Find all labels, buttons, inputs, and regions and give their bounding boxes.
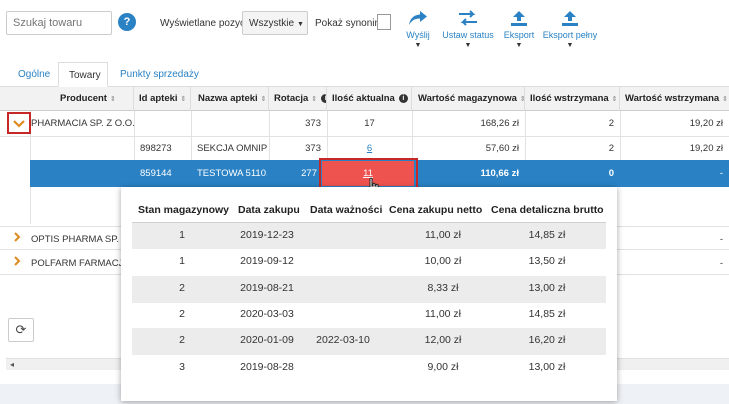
popup-column-header: Stan magazynowy (138, 204, 230, 216)
popup-cell-stock: 2 (179, 334, 185, 347)
refresh-button[interactable]: ⟳ (8, 318, 34, 342)
group-producer: OPTIS PHARMA SP. Z O.O. (31, 234, 121, 245)
detail-pharmacy-id: 898273 (140, 143, 172, 154)
selected-held-qty: 0 (608, 168, 614, 179)
detail-held-value: 19,20 zł (689, 143, 723, 154)
expand-toggle-highlight[interactable] (7, 112, 31, 134)
detail-rotation: 373 (305, 143, 321, 154)
selected-stock-value: 110,66 zł (480, 168, 519, 179)
column-header-rotation[interactable]: Rotacja ⇕ i (269, 87, 327, 111)
chevron-right-icon[interactable] (13, 232, 21, 242)
popup-column-header: Data zakupu (238, 204, 300, 216)
popup-cell-expiry-date: 2022-03-10 (316, 334, 370, 347)
detail-pharmacy-name: SEKCJA OMNIP... (197, 143, 267, 154)
export-button-label: Eksport (503, 30, 535, 40)
chevron-down-icon (13, 120, 25, 128)
popup-cell-stock: 2 (179, 281, 185, 294)
group-producer: PHARMACIA SP. Z O.O. (31, 118, 134, 129)
popup-cell-purchase-date: 2020-01-09 (240, 334, 294, 347)
sort-icon: ⇕ (611, 96, 618, 103)
group-held-value: 19,20 zł (689, 118, 723, 129)
popup-cell-stock: 3 (179, 360, 185, 373)
set-status-button-label: Ustaw status (442, 30, 494, 40)
display-positions-select[interactable]: Wszystkie ▼ (242, 11, 308, 35)
detail-current-qty-link[interactable]: 6 (327, 143, 412, 154)
column-header-current-qty[interactable]: Ilość aktualna i (327, 87, 412, 111)
sort-icon: ⇕ (180, 96, 187, 103)
group-held-value: - (719, 234, 723, 245)
popup-cell-purchase-date: 2019-08-21 (240, 281, 294, 294)
chevron-down-icon: ▼ (297, 21, 304, 28)
popup-cell-purchase-date: 2019-12-23 (240, 229, 294, 241)
chevron-right-icon[interactable] (13, 256, 21, 266)
popup-cell-net-price: 8,33 zł (427, 281, 459, 294)
tab-products[interactable]: Towary (58, 62, 108, 87)
popup-header-divider (132, 222, 606, 223)
column-header-pharmacy-id[interactable]: Id apteki ⇕ (134, 87, 191, 111)
display-positions-label: Wyświetlane pozycje (160, 18, 253, 29)
popup-cell-retail-price: 13,50 zł (528, 255, 566, 268)
group-held-value: - (719, 258, 723, 269)
column-header-held-value[interactable]: Wartość wstrzymana ⇕ (620, 87, 729, 111)
detail-held-qty: 2 (608, 143, 614, 154)
column-header-held-qty[interactable]: Ilość wstrzymana⇕i (525, 87, 620, 111)
group-rotation: 373 (305, 118, 321, 129)
tab-general[interactable]: Ogólne (8, 62, 60, 87)
popup-cell-net-price: 10,00 zł (424, 255, 462, 268)
popup-cell-stock: 2 (179, 307, 185, 320)
popup-cell-retail-price: 13,00 zł (528, 360, 566, 373)
swap-arrows-icon (459, 10, 477, 26)
sort-icon: ⇕ (722, 96, 729, 103)
popup-cell-purchase-date: 2019-09-12 (240, 255, 294, 268)
upload-icon (511, 11, 527, 26)
popup-cell-retail-price: 14,85 zł (528, 307, 566, 320)
export-full-button-label: Eksport pełny (542, 30, 598, 40)
selected-pharmacy-name: TESTOWA 5110... (197, 168, 267, 179)
column-header-pharmacy-name[interactable]: Nazwa apteki ⇕ (191, 87, 269, 111)
group-stock-value: 168,26 zł (480, 118, 519, 129)
upload-icon (562, 11, 578, 26)
help-icon[interactable]: ? (118, 13, 136, 31)
popup-cell-retail-price: 14,85 zł (528, 229, 566, 241)
sort-icon: ⇕ (260, 96, 267, 103)
group-current-qty: 17 (364, 118, 375, 129)
sort-icon: ⇕ (109, 96, 116, 103)
popup-cell-retail-price: 13,00 zł (528, 281, 566, 294)
popup-cell-net-price: 11,00 zł (425, 307, 461, 320)
popup-cell-stock: 1 (179, 229, 185, 241)
tab-points-of-sale[interactable]: Punkty sprzedaży (110, 62, 209, 87)
refresh-icon: ⟳ (15, 322, 27, 337)
share-icon (409, 11, 427, 25)
group-held-qty: 2 (608, 118, 614, 129)
search-input[interactable] (6, 11, 112, 35)
popup-cell-net-price: 11,00 zł (425, 229, 461, 241)
export-full-button[interactable]: Eksport pełny ▼ (540, 10, 600, 49)
sort-icon: ⇕ (311, 96, 318, 103)
column-header-stock-value[interactable]: Wartość magazynowa⇕i (412, 87, 525, 111)
selected-rotation: 277 (301, 168, 317, 179)
selected-pharmacy-id: 859144 (140, 168, 172, 179)
popup-column-header: Cena zakupu netto (389, 204, 483, 216)
chevron-down-icon: ▼ (566, 42, 574, 49)
popup-cell-retail-price: 16,20 zł (528, 334, 566, 347)
send-button-label: Wyślij (406, 30, 430, 40)
popup-cell-net-price: 12,00 zł (424, 334, 462, 347)
popup-cell-stock: 1 (179, 255, 185, 268)
column-header-producer[interactable]: Producent ⇕ (30, 87, 134, 111)
scroll-left-icon[interactable]: ◂ (10, 360, 14, 369)
selected-held-value: - (719, 168, 723, 179)
group-producer: POLFARM FARMACJA POL... (31, 258, 121, 269)
popup-column-header: Cena detaliczna brutto (491, 204, 604, 216)
popup-cell-purchase-date: 2019-08-28 (240, 360, 294, 373)
row-divider (0, 136, 729, 137)
display-positions-value: Wszystkie (249, 18, 294, 29)
detail-stock-value: 57,60 zł (485, 143, 519, 154)
popup-cell-net-price: 9,00 zł (427, 360, 459, 373)
popup-cell-purchase-date: 2020-03-03 (240, 307, 294, 320)
info-icon[interactable]: i (398, 94, 408, 103)
popup-column-header: Data ważności (310, 204, 383, 216)
